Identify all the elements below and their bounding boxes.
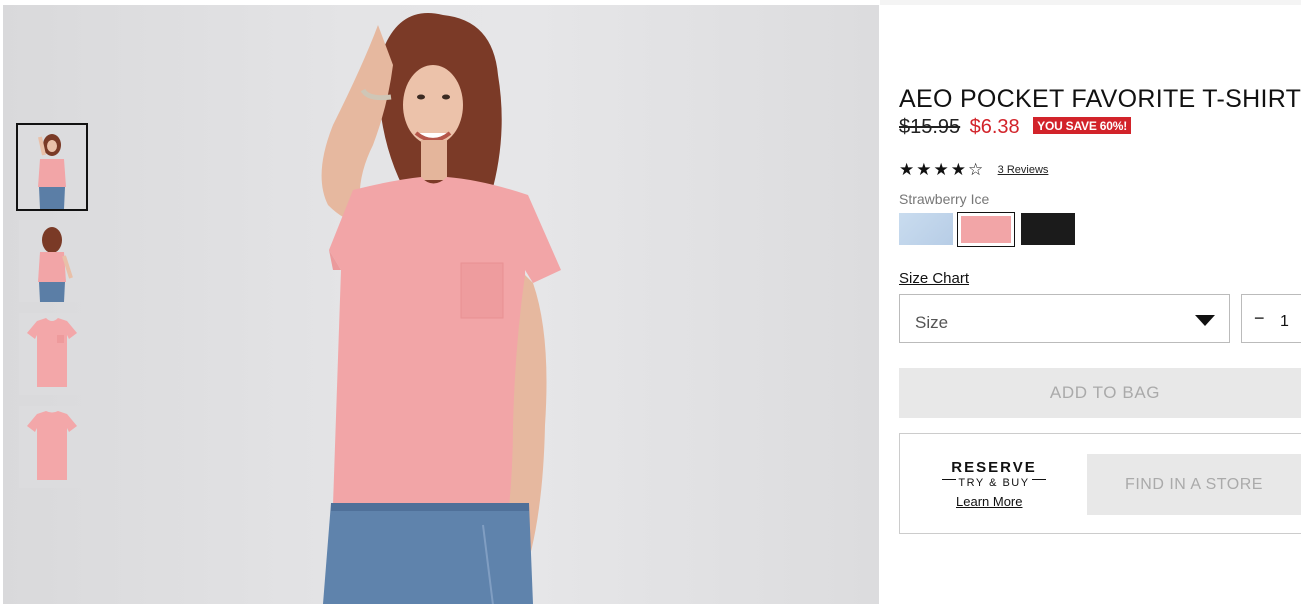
selected-color-name: Strawberry Ice [899,191,990,207]
decrease-quantity-button[interactable]: − [1254,308,1265,329]
product-title: AEO POCKET FAVORITE T-SHIRT [899,84,1301,113]
swatch-black[interactable] [1021,213,1075,245]
size-dropdown-label: Size [915,313,949,332]
thumbnail-shirt-front[interactable] [19,313,85,395]
find-in-store-button[interactable]: FIND IN A STORE [1087,454,1301,515]
savings-badge: YOU SAVE 60%! [1033,117,1132,134]
reserve-try-buy-box: RESERVE TRY & BUY Learn More FIND IN A S… [899,433,1301,534]
quantity-value[interactable]: 1 [1280,313,1289,331]
swatch-light-blue[interactable] [899,213,953,245]
star-rating-icon: ★★★★☆ [899,160,986,179]
thumbnail-shirt-back[interactable] [19,406,85,488]
caret-down-icon [1195,315,1215,326]
size-dropdown[interactable]: Size [899,294,1230,343]
quantity-stepper: − 1 [1241,294,1301,343]
reserve-try-buy-logo: RESERVE TRY & BUY [942,459,1046,489]
original-price: $15.95 [899,116,961,138]
top-divider [880,0,1301,5]
thumbnail-model-front[interactable] [16,123,88,211]
thumbnail-model-back[interactable] [19,220,85,302]
thumbnail-list [16,123,91,499]
product-gallery [3,5,879,604]
price-row: $15.95 $6.38 YOU SAVE 60%! [899,116,1132,142]
swatch-strawberry-ice[interactable] [957,212,1015,247]
size-chart-link[interactable]: Size Chart [899,270,969,287]
reviews-link[interactable]: 3 Reviews [998,164,1049,176]
learn-more-link[interactable]: Learn More [956,494,1022,509]
rating-row: ★★★★☆ 3 Reviews [899,160,1048,180]
sale-price: $6.38 [969,116,1020,138]
product-main-image [321,13,561,604]
add-to-bag-button[interactable]: ADD TO BAG [899,368,1301,418]
